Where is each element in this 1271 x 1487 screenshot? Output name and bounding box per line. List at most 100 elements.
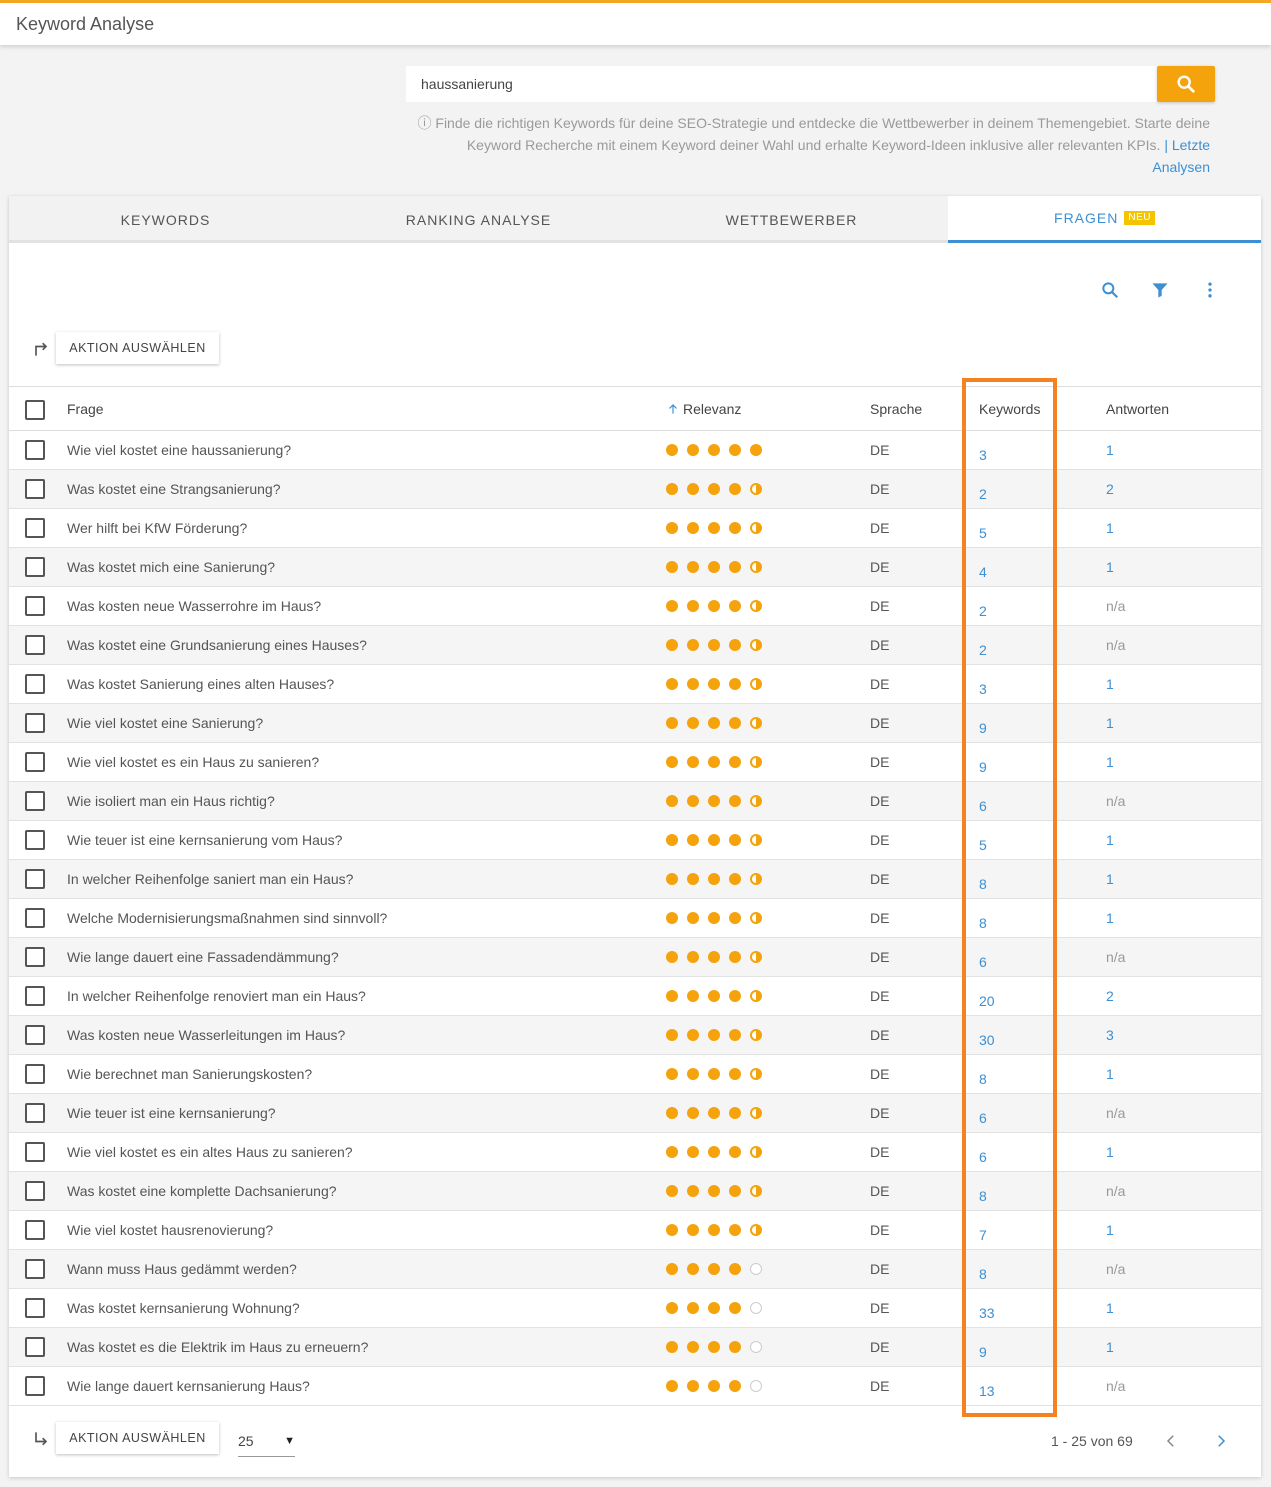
answers-count[interactable]: 1 [1106, 1328, 1114, 1366]
keywords-count-link[interactable]: 13 [979, 1367, 995, 1405]
relevance-dot [708, 1224, 720, 1236]
tab-keywords[interactable]: KEYWORDS [9, 196, 322, 243]
keywords-count-link[interactable]: 9 [979, 1328, 987, 1366]
keywords-count-link[interactable]: 20 [979, 977, 995, 1015]
row-checkbox[interactable] [25, 518, 45, 538]
row-checkbox[interactable] [25, 830, 45, 850]
row-checkbox[interactable] [25, 1064, 45, 1084]
row-checkbox[interactable] [25, 752, 45, 772]
more-options-icon[interactable] [1198, 278, 1222, 302]
language-code: DE [870, 1144, 890, 1160]
row-checkbox[interactable] [25, 1259, 45, 1279]
keywords-count-link[interactable]: 6 [979, 1094, 987, 1132]
header-keywords[interactable]: Keywords [979, 387, 1040, 430]
keywords-count-link[interactable]: 9 [979, 743, 987, 781]
answers-count[interactable]: 1 [1106, 509, 1114, 547]
keywords-count-link[interactable]: 6 [979, 938, 987, 976]
answers-count[interactable]: 2 [1106, 470, 1114, 508]
row-checkbox[interactable] [25, 635, 45, 655]
answers-count[interactable]: 1 [1106, 1289, 1114, 1327]
tab-ranking-analyse[interactable]: RANKING ANALYSE [322, 196, 635, 243]
keywords-count-link[interactable]: 5 [979, 509, 987, 547]
search-button[interactable] [1157, 66, 1215, 102]
answers-count[interactable]: 1 [1106, 860, 1114, 898]
search-input[interactable] [406, 66, 1157, 102]
page-size-select[interactable]: 25 ▼ [238, 1425, 295, 1457]
recent-analyses-link[interactable]: | Letzte Analysen [1152, 137, 1210, 175]
answers-count[interactable]: 1 [1106, 899, 1114, 937]
header-frage[interactable]: Frage [67, 387, 104, 430]
relevance-dot [687, 522, 699, 534]
answers-count[interactable]: 1 [1106, 1211, 1114, 1249]
answers-count[interactable]: 1 [1106, 704, 1114, 742]
select-all-checkbox[interactable] [25, 400, 45, 420]
table-row: Wann muss Haus gedämmt werden? DE 8 n/a [9, 1250, 1261, 1289]
keywords-count-link[interactable]: 3 [979, 431, 987, 469]
keywords-count-link[interactable]: 33 [979, 1289, 995, 1327]
row-checkbox[interactable] [25, 791, 45, 811]
keywords-count-link[interactable]: 8 [979, 1250, 987, 1288]
row-checkbox[interactable] [25, 713, 45, 733]
relevance-dot [687, 483, 699, 495]
new-badge: NEU [1124, 211, 1155, 225]
keywords-count-link[interactable]: 30 [979, 1016, 995, 1054]
row-checkbox[interactable] [25, 440, 45, 460]
row-checkbox[interactable] [25, 674, 45, 694]
row-checkbox[interactable] [25, 1181, 45, 1201]
answers-count[interactable]: 1 [1106, 431, 1114, 469]
filter-icon[interactable] [1148, 278, 1172, 302]
row-checkbox[interactable] [25, 1376, 45, 1396]
keywords-count-link[interactable]: 6 [979, 782, 987, 820]
row-checkbox[interactable] [25, 869, 45, 889]
answers-count[interactable]: 1 [1106, 548, 1114, 586]
answers-count[interactable]: 3 [1106, 1016, 1114, 1054]
keywords-count-link[interactable]: 2 [979, 470, 987, 508]
relevance-rating [666, 1172, 762, 1210]
row-checkbox[interactable] [25, 1220, 45, 1240]
answers-count[interactable]: 1 [1106, 1055, 1114, 1093]
relevance-dot [666, 1146, 678, 1158]
table-row: Wie viel kostet eine Sanierung? DE 9 1 [9, 704, 1261, 743]
select-action-button-bottom[interactable]: AKTION AUSWÄHLEN [56, 1422, 219, 1454]
keywords-count-link[interactable]: 2 [979, 626, 987, 664]
row-checkbox[interactable] [25, 947, 45, 967]
next-page-button[interactable] [1209, 1429, 1233, 1453]
table-search-icon[interactable] [1098, 278, 1122, 302]
keywords-count-link[interactable]: 8 [979, 899, 987, 937]
header-antworten[interactable]: Antworten [1106, 387, 1169, 430]
answers-count[interactable]: 1 [1106, 1133, 1114, 1171]
tab-wettbewerber[interactable]: WETTBEWERBER [635, 196, 948, 243]
row-checkbox[interactable] [25, 479, 45, 499]
row-checkbox[interactable] [25, 1025, 45, 1045]
keywords-count-link[interactable]: 8 [979, 1172, 987, 1210]
keywords-count-link[interactable]: 6 [979, 1133, 987, 1171]
answers-count[interactable]: 1 [1106, 743, 1114, 781]
row-checkbox[interactable] [25, 1142, 45, 1162]
row-checkbox[interactable] [25, 557, 45, 577]
row-checkbox[interactable] [25, 1337, 45, 1357]
keywords-count-link[interactable]: 8 [979, 860, 987, 898]
answers-count[interactable]: 1 [1106, 821, 1114, 859]
previous-page-button[interactable] [1159, 1429, 1183, 1453]
relevance-dot [750, 951, 762, 963]
keywords-count-link[interactable]: 2 [979, 587, 987, 625]
answers-count[interactable]: 2 [1106, 977, 1114, 1015]
question-text: Wie lange dauert kernsanierung Haus? [67, 1378, 310, 1394]
keywords-count-link[interactable]: 7 [979, 1211, 987, 1249]
keywords-count-link[interactable]: 9 [979, 704, 987, 742]
answers-count[interactable]: 1 [1106, 665, 1114, 703]
header-sprache[interactable]: Sprache [870, 387, 922, 430]
row-checkbox[interactable] [25, 1298, 45, 1318]
row-checkbox[interactable] [25, 908, 45, 928]
row-checkbox[interactable] [25, 1103, 45, 1123]
row-checkbox[interactable] [25, 986, 45, 1006]
keywords-count-link[interactable]: 8 [979, 1055, 987, 1093]
keywords-count-link[interactable]: 4 [979, 548, 987, 586]
tab-fragen[interactable]: FRAGEN NEU [948, 196, 1261, 243]
keywords-count-link[interactable]: 5 [979, 821, 987, 859]
language-code: DE [870, 988, 890, 1004]
keywords-count-link[interactable]: 3 [979, 665, 987, 703]
select-action-button-top[interactable]: AKTION AUSWÄHLEN [56, 332, 219, 364]
header-relevanz[interactable]: Relevanz [666, 387, 741, 430]
row-checkbox[interactable] [25, 596, 45, 616]
